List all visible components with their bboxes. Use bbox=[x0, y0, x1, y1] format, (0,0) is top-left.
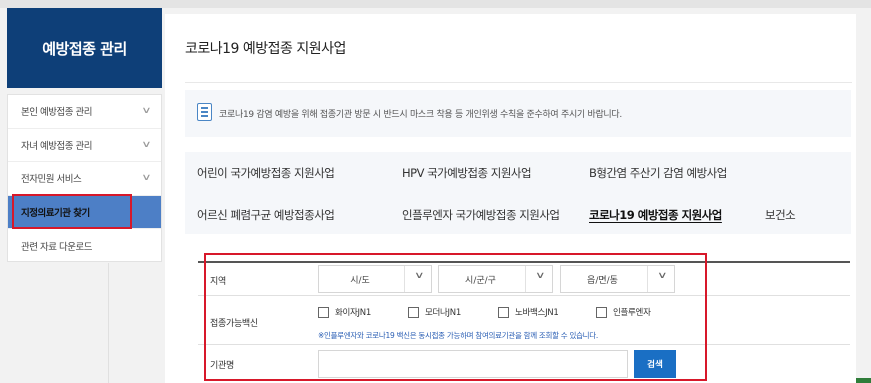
document-icon bbox=[193, 103, 212, 123]
checkbox-label: 화이자JN1 bbox=[335, 308, 371, 318]
sidebar-item-label: 관련 자료 다운로드 bbox=[21, 242, 92, 254]
chevron-down-icon: ∨ bbox=[535, 271, 546, 281]
sidebar-item-my-vaccination[interactable]: 본인 예방접종 관리 ∨ bbox=[8, 95, 161, 129]
chevron-down-icon: ∨ bbox=[141, 139, 152, 150]
checkbox-pfizer[interactable]: 화이자JN1 bbox=[318, 306, 371, 318]
select-city[interactable]: 시/군/구 ∨ bbox=[438, 265, 553, 293]
select-city-value: 시/군/구 bbox=[465, 275, 496, 286]
sidebar-item-downloads[interactable]: 관련 자료 다운로드 bbox=[8, 229, 161, 263]
search-button[interactable]: 검색 bbox=[634, 350, 676, 378]
checkbox-box[interactable] bbox=[408, 306, 419, 318]
form-column-divider bbox=[108, 263, 109, 383]
program-tabs: 어린이 국가예방접종 지원사업 HPV 국가예방접종 지원사업 B형간염 주산기… bbox=[185, 152, 851, 234]
chevron-down-icon: ∨ bbox=[657, 271, 668, 281]
top-bar bbox=[0, 0, 871, 8]
checkbox-moderna[interactable]: 모더나JN1 bbox=[408, 306, 461, 318]
checkbox-influenza[interactable]: 인플루엔자 bbox=[596, 306, 651, 318]
checkbox-label: 인플루엔자 bbox=[613, 308, 651, 318]
checkbox-box[interactable] bbox=[596, 306, 607, 318]
checkbox-box[interactable] bbox=[318, 306, 329, 318]
tab-child-vaccination[interactable]: 어린이 국가예방접종 지원사업 bbox=[197, 165, 335, 181]
sidebar-item-child-vaccination[interactable]: 자녀 예방접종 관리 ∨ bbox=[8, 129, 161, 163]
sidebar-title: 예방접종 관리 bbox=[7, 8, 162, 88]
page-title: 코로나19 예방접종 지원사업 bbox=[185, 41, 346, 57]
select-town[interactable]: 읍/면/동 ∨ bbox=[560, 265, 675, 293]
tab-hepatitis-b[interactable]: B형간염 주산기 감염 예방사업 bbox=[589, 165, 727, 181]
tab-covid19[interactable]: 코로나19 예방접종 지원사업 bbox=[589, 207, 722, 223]
sidebar-item-label: 본인 예방접종 관리 bbox=[21, 107, 92, 119]
notice-text: 코로나19 감염 예방을 위해 접종기관 방문 시 반드시 마스크 착용 등 개… bbox=[219, 110, 622, 120]
chevron-down-icon: ∨ bbox=[414, 271, 425, 281]
checkbox-label: 노바백스JN1 bbox=[515, 308, 559, 318]
tab-health-center[interactable]: 보건소 bbox=[765, 207, 796, 223]
checkbox-label: 모더나JN1 bbox=[425, 308, 461, 318]
institution-name-input[interactable] bbox=[318, 350, 628, 378]
checkbox-novavax[interactable]: 노바백스JN1 bbox=[498, 306, 559, 318]
tab-hpv[interactable]: HPV 국가예방접종 지원사업 bbox=[402, 165, 532, 181]
vaccine-label: 접종가능백신 bbox=[210, 319, 258, 329]
select-town-value: 읍/면/동 bbox=[587, 275, 618, 286]
title-divider bbox=[185, 82, 852, 83]
region-label: 지역 bbox=[210, 277, 226, 287]
sidebar-item-label: 지정의료기관 찾기 bbox=[21, 208, 90, 220]
sidebar-item-e-civil-service[interactable]: 전자민원 서비스 ∨ bbox=[8, 162, 161, 196]
sidebar-item-find-institution[interactable]: 지정의료기관 찾기 bbox=[8, 195, 161, 230]
notice-box: 코로나19 감염 예방을 위해 접종기관 방문 시 반드시 마스크 착용 등 개… bbox=[185, 90, 851, 137]
chevron-down-icon: ∨ bbox=[141, 173, 152, 184]
tab-influenza[interactable]: 인플루엔자 국가예방접종 지원사업 bbox=[402, 207, 560, 223]
checkbox-box[interactable] bbox=[498, 306, 509, 318]
sidebar-menu: 본인 예방접종 관리 ∨ 자녀 예방접종 관리 ∨ 전자민원 서비스 ∨ 지정의… bbox=[7, 94, 162, 262]
institution-label: 기관명 bbox=[210, 361, 234, 371]
chevron-down-icon: ∨ bbox=[141, 106, 152, 117]
sidebar-item-label: 전자민원 서비스 bbox=[21, 174, 82, 186]
select-province-value: 시/도 bbox=[350, 275, 370, 286]
vaccine-note: ※인플루엔자와 코로나19 백신은 동시접종 가능하며 참여의료기관을 함께 조… bbox=[318, 331, 598, 340]
tab-pneumococcal[interactable]: 어르신 폐렴구균 예방접종사업 bbox=[197, 207, 335, 223]
select-province[interactable]: 시/도 ∨ bbox=[318, 265, 432, 293]
sidebar-item-label: 자녀 예방접종 관리 bbox=[21, 140, 92, 152]
